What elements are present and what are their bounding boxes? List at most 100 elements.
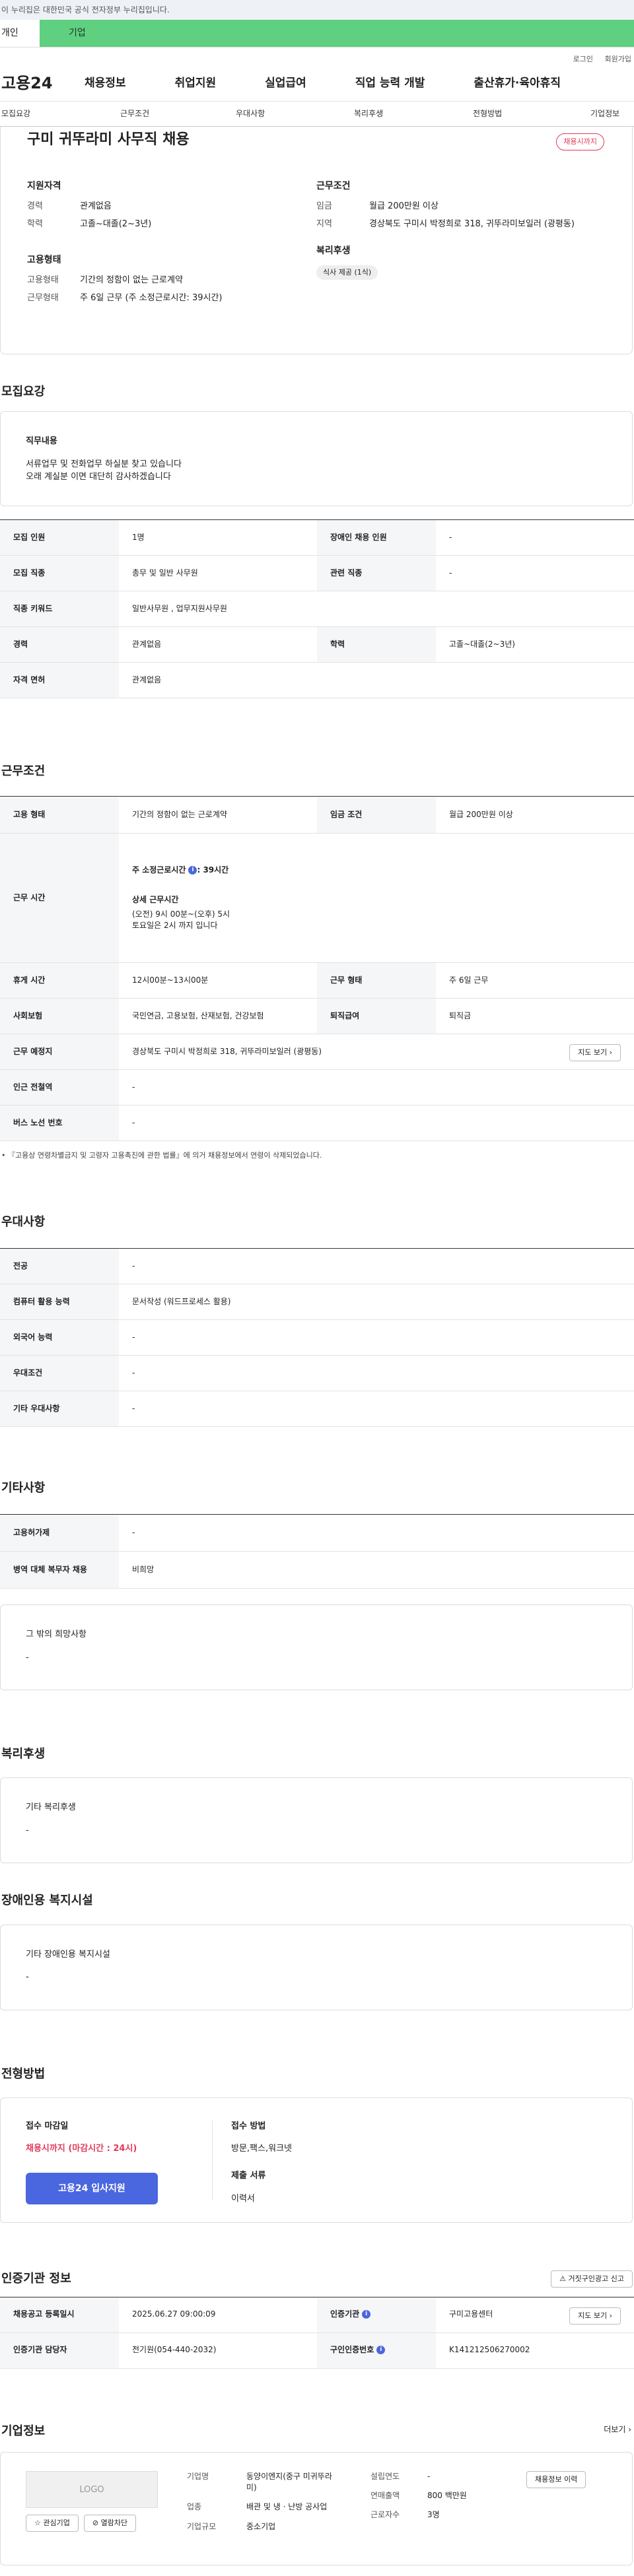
gnb-jobs[interactable]: 채용정보 (85, 75, 126, 92)
pref-table: 전공 - 컴퓨터 활용 능력 문서작성 (워드프로세스 활용) 외국어 능력 - 우대… (0, 1248, 634, 1428)
disability-box: 기타 장애인용 복지시설 - (0, 1924, 633, 2010)
work-table: 고용 형태 기간의 정함이 없는 근로계약 임금 조건 월급 200만원 이상 근무 … (0, 796, 634, 1142)
cell-label: 직종 키워드 (0, 591, 119, 628)
tab-personal[interactable]: 개인 (0, 20, 40, 47)
cell-label: 자격 면허 (0, 662, 119, 699)
org-value: 구미고용센터 (449, 2309, 493, 2319)
recruit-section-title: 모집요강 (1, 385, 46, 399)
tab-welfare[interactable]: 복리후생 (354, 108, 383, 119)
cell-value: - (119, 1355, 634, 1392)
welfare-box-heading: 기타 복리후생 (26, 1802, 76, 1813)
cell-label: 근무 시간 (0, 833, 119, 964)
cell-value: 월급 200만원 이상 (436, 796, 634, 834)
tab-work[interactable]: 근무조건 (120, 108, 149, 119)
cell-value: 고졸~대졸(2~3년) (436, 626, 634, 663)
report-fake-ad-button[interactable]: ⚠ 거짓구인광고 신고 (551, 2270, 633, 2288)
cell-value: - (436, 519, 634, 556)
condition-block: 근무조건 임금 월급 200만원 이상 지역 경상북도 구미시 박정희로 318, … (316, 180, 606, 310)
work-place-cell: 경상북도 구미시 박정희로 318, 귀뚜라미보일러 (광평동) 지도 보기 › (119, 1034, 634, 1071)
info-icon[interactable]: i (362, 2310, 371, 2319)
cond-label: 임금 (316, 201, 332, 212)
tab-company[interactable]: 기업정보 (590, 108, 619, 119)
company-section-title: 기업정보 (1, 2424, 46, 2438)
cell-value: - (119, 1319, 634, 1356)
qual-label: 경력 (27, 201, 43, 212)
org-label: 인증기관 (330, 2309, 360, 2319)
site-logo[interactable]: 고용24 (0, 72, 85, 95)
emp-heading: 고용형태 (27, 254, 61, 265)
user-type-tabs: 개인 기업 (0, 20, 634, 48)
apply-button[interactable]: 고용24 입사지원 (26, 2173, 158, 2205)
cell-label: 임금 조건 (317, 796, 436, 834)
cond-label: 지역 (316, 219, 332, 230)
cell-value: - (119, 1514, 634, 1552)
cell-label: 학력 (317, 626, 436, 663)
agency-header: 인증기관 정보 ⚠ 거짓구인광고 신고 (0, 2270, 634, 2297)
gnb-leave[interactable]: 출산휴가·육아휴직 (474, 75, 561, 92)
cell-label: 채용공고 등록일시 (0, 2297, 119, 2333)
gnb-employment-support[interactable]: 취업지원 (175, 75, 217, 92)
cell-value: - (119, 1105, 634, 1142)
block-label: 열람차단 (100, 2518, 128, 2527)
weekly-hours-value: : 39시간 (197, 865, 229, 875)
top-links: 로그인 회원가입 (0, 48, 634, 66)
detail-hours-line: (오전) 9시 00분~(오후) 5시 (132, 909, 230, 919)
qual-value: 고졸~대졸(2~3년) (80, 219, 152, 230)
favorite-company-button[interactable]: ☆ 관심기업 (26, 2514, 79, 2532)
signup-link[interactable]: 회원가입 (605, 55, 631, 63)
gnb-unemployment[interactable]: 실업급여 (265, 75, 306, 92)
job-description-box: 직무내용 서류업무 및 전화업무 하실분 찾고 있습니다 오래 계실분 이면 대… (0, 411, 633, 507)
qual-heading: 지원자격 (27, 180, 61, 191)
info-icon[interactable]: i (188, 865, 197, 875)
cond-heading: 근무조건 (316, 180, 351, 191)
job-summary-card: 구미 귀뚜라미 사무직 채용 채용시까지 지원자격 경력 관계없음 학력 고졸~대졸… (0, 127, 633, 354)
info-value: 3명 (427, 2510, 440, 2520)
login-link[interactable]: 로그인 (573, 55, 593, 63)
job-history-button[interactable]: 채용정보 이력 (526, 2470, 586, 2488)
other-wish-box: 그 밖의 희망사항 - (0, 1604, 633, 1691)
info-icon[interactable]: i (376, 2346, 386, 2355)
main-nav: 고용24 채용정보 취업지원 실업급여 직업 능력 개발 출산휴가·육아휴직 (0, 66, 634, 102)
docs-heading: 제출 서류 (231, 2171, 266, 2181)
company-info-col1: 기업명 동양이엔지(중구 미귀뚜라미) 업종 배관 및 냉 · 난방 공사업 기업규… (187, 2471, 352, 2533)
tab-recruit[interactable]: 모집요강 (1, 108, 30, 119)
cell-label: 고용 형태 (0, 796, 119, 834)
qual-value: 관계없음 (80, 201, 112, 212)
tab-company[interactable]: 기업 (40, 20, 634, 47)
company-header: 기업정보 더보기 › (0, 2423, 634, 2452)
company-logo: LOGO (26, 2470, 158, 2508)
disability-box-value: - (26, 1972, 29, 1983)
cell-label: 인증기관 담당자 (0, 2332, 119, 2369)
age-notice: • 『고용상 연령차별금지 및 고령자 고용촉진에 관한 법률』에 의거 채용정… (1, 1151, 322, 1160)
chevron-right-icon: › (609, 1048, 612, 1057)
cell-label: 전공 (0, 1248, 119, 1285)
deadline-badge: 채용시까지 (556, 133, 604, 150)
wish-value: - (26, 1653, 29, 1663)
tab-pref[interactable]: 우대사항 (236, 108, 265, 119)
tab-process[interactable]: 전형방법 (473, 108, 502, 119)
detail-hours-heading: 상세 근무시간 (132, 895, 179, 905)
cell-label: 모집 직종 (0, 555, 119, 592)
cell-value: 주 6일 근무 (436, 962, 634, 999)
job-desc-line: 오래 계실분 이면 대단히 감사하겠습니다 (26, 471, 171, 482)
company-more-link[interactable]: 더보기 › (604, 2424, 631, 2435)
welfare-box: 기타 복리후생 - (0, 1777, 633, 1864)
welfare-heading: 복리후생 (316, 245, 351, 256)
cell-value: 관계없음 (119, 662, 634, 699)
method-block: 접수 방법 방문,팩스,워크넷 제출 서류 이력서 (212, 2120, 292, 2204)
map-view-button[interactable]: 지도 보기 › (569, 1044, 621, 1062)
section-tabs: 모집요강 근무조건 우대사항 복리후생 전형방법 기업정보 (0, 102, 634, 127)
gnb-training[interactable]: 직업 능력 개발 (355, 75, 425, 92)
block-view-button[interactable]: ⊘ 열람차단 (83, 2514, 137, 2532)
deadline-heading: 접수 마감일 (26, 2121, 69, 2131)
info-label: 설립연도 (370, 2471, 400, 2481)
info-label: 연매출액 (370, 2490, 400, 2500)
info-value: 동양이엔지(중구 미귀뚜라미) (246, 2471, 332, 2492)
disability-box-heading: 기타 장애인용 복지시설 (26, 1949, 110, 1960)
other-section-title: 기타사항 (1, 1481, 46, 1496)
pref-section-title: 우대사항 (1, 1215, 46, 1230)
agency-map-button[interactable]: 지도 보기 › (569, 2307, 621, 2325)
cell-value: 문서작성 (워드프로세스 활용) (119, 1284, 634, 1321)
emp-label: 고용형태 (27, 275, 59, 286)
cell-label: 기타 우대사항 (0, 1391, 119, 1428)
